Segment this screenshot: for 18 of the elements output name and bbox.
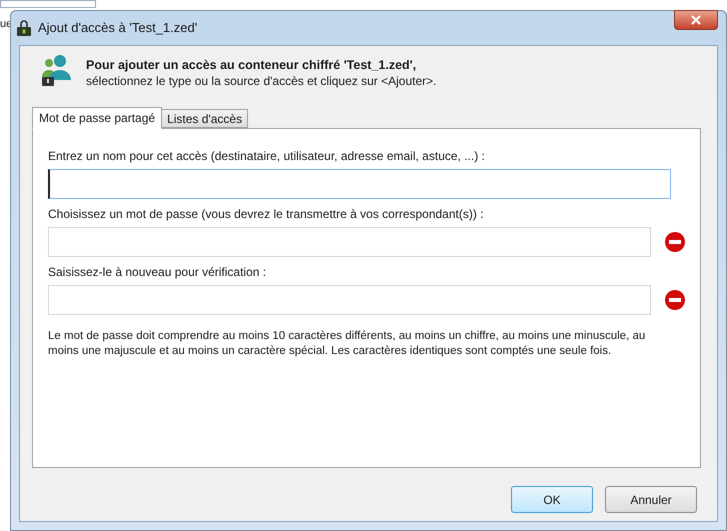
tab[interactable]: Listes d'accès <box>162 109 248 128</box>
text-field[interactable] <box>48 285 651 315</box>
close-icon <box>691 15 701 25</box>
header-title: Pour ajouter un accès au conteneur chiffré 'Test_1.zed', <box>86 57 418 74</box>
padlock-icon <box>16 20 32 36</box>
users-icon <box>40 53 72 87</box>
window-title: Ajout d'accès à 'Test_1.zed' <box>38 19 198 38</box>
field-label: Entrez un nom pour cet accès (destinataire, utilisateur, adresse email, astuce, ...) : <box>48 149 486 164</box>
password-rules-text: Le mot de passe doit comprendre au moins 10 caractères différents, au moins un chiffre, au moins une minuscule, au moins une majuscule et au moins un caractère spécial. Les caractères identiques sont comptés une seule fois. <box>48 329 646 359</box>
dialog-button[interactable]: Annuler <box>605 486 697 513</box>
tab[interactable]: Mot de passe partagé <box>32 107 162 129</box>
close-button[interactable] <box>674 10 718 30</box>
header-subtitle: sélectionnez le type ou la source d'accès et cliquez sur <Ajouter>. <box>86 74 436 89</box>
text-field[interactable] <box>48 227 651 257</box>
field-label: Saisissez-le à nouveau pour vérification : <box>48 265 268 280</box>
text-field[interactable] <box>48 169 671 199</box>
dialog-button[interactable]: OK <box>511 486 593 513</box>
field-label: Choisissez un mot de passe (vous devrez le transmettre à vos correspondant(s)) : <box>48 207 485 222</box>
